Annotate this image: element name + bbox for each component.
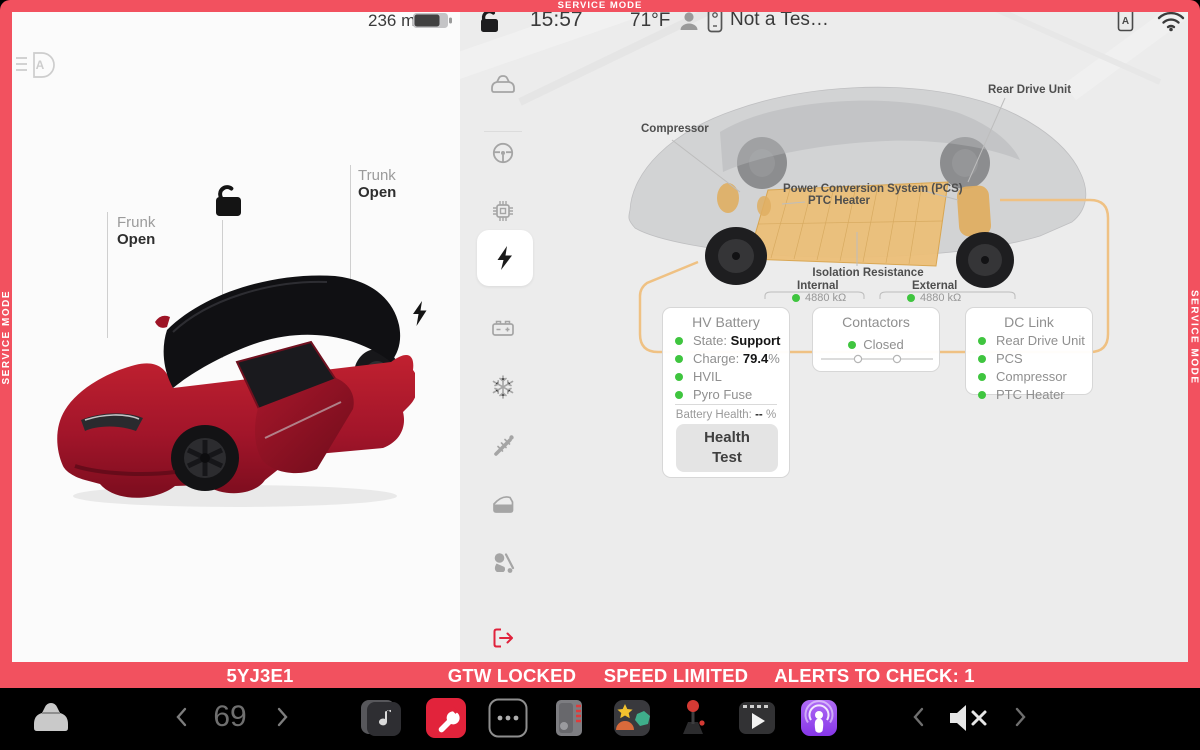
unlocked-padlock-icon[interactable]: [208, 184, 248, 220]
contactors-status-row: Closed: [813, 337, 939, 352]
sidebar-item-high-voltage-selected[interactable]: [477, 230, 533, 286]
charge-status-dot: [675, 355, 683, 363]
alerts-to-check[interactable]: ALERTS TO CHECK: 1: [772, 665, 977, 687]
hv-panel-divider: [675, 404, 777, 405]
pcs-label: Power Conversion System (PCS): [783, 183, 963, 195]
boombox-app-icon[interactable]: [552, 698, 586, 738]
media-app-icon[interactable]: [359, 698, 403, 738]
vehicle-render: [55, 270, 415, 510]
contactor-schematic: [813, 352, 941, 366]
frunk-state: Open: [117, 231, 155, 248]
theater-app-icon[interactable]: [737, 698, 777, 738]
temp-down-chevron[interactable]: [171, 704, 193, 730]
vin-short: 5YJ3E1: [195, 665, 325, 687]
speed-limited-status: SPEED LIMITED: [596, 665, 756, 687]
volume-down-chevron[interactable]: [908, 704, 930, 730]
dc-link-panel: DC Link Rear Drive Unit PCS Compressor P…: [965, 307, 1093, 395]
taskbar: 69: [0, 688, 1200, 750]
trunk-state: Open: [358, 184, 396, 201]
more-apps-icon[interactable]: [488, 698, 528, 738]
sidebar-item-exit-service-icon[interactable]: [489, 624, 517, 652]
rear-drive-unit-label: Rear Drive Unit: [988, 84, 1071, 96]
service-mode-top-banner: SERVICE MODE: [0, 0, 1200, 12]
dc-link-row: PTC Heater: [966, 386, 1092, 404]
isolation-resistance-title: Isolation Resistance: [810, 267, 926, 279]
high-voltage-bolt-icon: [491, 244, 519, 272]
contactors-panel: Contactors Closed: [812, 307, 940, 372]
auto-headlight-icon: A: [13, 46, 63, 84]
hv-hvil-row: HVIL: [663, 368, 789, 386]
hv-battery-title: HV Battery: [663, 314, 789, 330]
contactors-title: Contactors: [813, 314, 939, 330]
isolation-internal-label: Internal: [797, 280, 839, 292]
volume-up-chevron[interactable]: [1009, 704, 1031, 730]
gtw-locked-status: GTW LOCKED: [432, 665, 592, 687]
sidebar-item-thermal-icon[interactable]: [489, 373, 517, 401]
frunk-label: Frunk: [117, 214, 155, 231]
outside-temperature[interactable]: 71°F: [630, 10, 670, 32]
battery-health-row: Battery Health: -- %: [663, 409, 789, 421]
isolation-internal-value: 4880 kΩ: [805, 292, 846, 304]
hv-battery-panel: HV Battery State: Support Charge: 79.4% …: [662, 307, 790, 478]
internal-status-dot: [792, 294, 800, 302]
unlocked-icon[interactable]: [477, 9, 503, 33]
toybox-app-icon[interactable]: [612, 698, 652, 738]
dc-pcs-dot: [978, 355, 986, 363]
arcade-app-icon[interactable]: [675, 698, 711, 738]
profile-icon[interactable]: [678, 10, 700, 32]
svg-text:A: A: [1122, 16, 1129, 27]
sidebar-item-restraints-icon[interactable]: [489, 549, 517, 577]
svg-text:A: A: [36, 58, 45, 72]
podcasts-app-icon[interactable]: [799, 698, 839, 738]
volume-muted-icon[interactable]: [944, 698, 992, 738]
sidebar-item-low-voltage-icon[interactable]: [489, 314, 517, 342]
dc-ptc-dot: [978, 391, 986, 399]
dc-link-title: DC Link: [966, 314, 1092, 330]
vehicle-controls-icon[interactable]: [28, 698, 74, 738]
battery-icon: [413, 13, 453, 29]
service-sidebar: [460, 40, 546, 662]
compressor-label: Compressor: [641, 123, 709, 135]
isolation-external-label: External: [912, 280, 957, 292]
external-status-dot: [907, 294, 915, 302]
hvil-status-dot: [675, 373, 683, 381]
range-readout: 236 mi: [368, 11, 419, 31]
service-mode-left-banner: SERVICE MODE: [0, 12, 12, 662]
service-mode-right-banner: SERVICE MODE: [1188, 12, 1200, 662]
dc-link-row: PCS: [966, 350, 1092, 368]
hv-charge-row: Charge: 79.4%: [663, 350, 789, 368]
sidebar-item-steering-icon[interactable]: [489, 139, 517, 167]
sidebar-divider: [484, 131, 522, 132]
pyro-status-dot: [675, 391, 683, 399]
frunk-status[interactable]: Frunk Open: [117, 214, 155, 248]
dc-compressor-dot: [978, 373, 986, 381]
trunk-label: Trunk: [358, 167, 396, 184]
sidebar-item-closures-icon[interactable]: [489, 490, 517, 518]
temp-up-chevron[interactable]: [271, 704, 293, 730]
ptc-heater-label: PTC Heater: [808, 195, 870, 207]
sidebar-item-suspension-icon[interactable]: [489, 431, 517, 459]
hv-state-row: State: Support: [663, 332, 789, 350]
isolation-external-value: 4880 kΩ: [920, 292, 961, 304]
service-app-icon[interactable]: [426, 698, 466, 738]
dc-rdu-dot: [978, 337, 986, 345]
charge-port-bolt-icon[interactable]: [412, 301, 430, 327]
cabin-temp-readout[interactable]: 69: [200, 700, 260, 734]
health-test-button[interactable]: Health Test: [676, 424, 778, 472]
trunk-callout-line: [350, 165, 351, 282]
dc-link-row: Compressor: [966, 368, 1092, 386]
service-mode-screen: SERVICE MODE SERVICE MODE SERVICE MODE 2…: [0, 0, 1200, 750]
sidebar-item-vehicle-icon[interactable]: [489, 70, 517, 98]
contactors-status-dot: [848, 341, 856, 349]
sidebar-item-compute-icon[interactable]: [489, 197, 517, 225]
wifi-icon[interactable]: [1156, 9, 1186, 33]
trunk-status[interactable]: Trunk Open: [358, 167, 396, 201]
dc-link-row: Rear Drive Unit: [966, 332, 1092, 350]
bluetooth-device-name[interactable]: Not a Tes…: [730, 9, 829, 31]
hv-pyro-row: Pyro Fuse: [663, 386, 789, 404]
service-alert-bar: 5YJ3E1 GTW LOCKED SPEED LIMITED ALERTS T…: [0, 662, 1200, 688]
state-status-dot: [675, 337, 683, 345]
